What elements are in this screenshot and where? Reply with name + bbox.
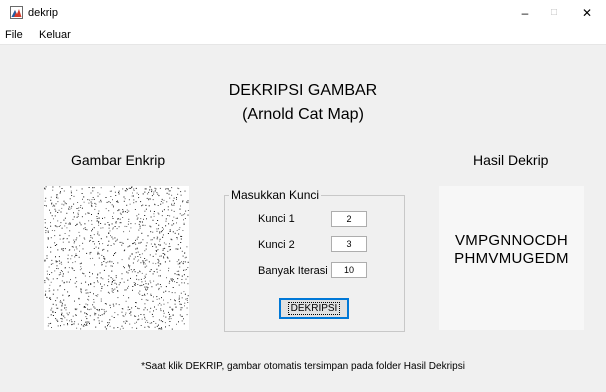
decrypt-button[interactable]: DEKRIPSI xyxy=(279,298,349,319)
close-button[interactable]: ✕ xyxy=(572,0,602,26)
decrypted-text-line-1: VMPGNNOCDH xyxy=(454,232,568,249)
menu-file[interactable]: File xyxy=(5,29,23,41)
key-panel-title: Masukkan Kunci xyxy=(229,188,322,202)
decrypted-image: VMPGNNOCDH PHMVMUGEDM xyxy=(439,186,584,330)
menu-bar: File Keluar xyxy=(0,26,606,45)
key1-label: Kunci 1 xyxy=(258,213,295,225)
iterations-label: Banyak Iterasi xyxy=(258,265,328,277)
key2-label: Kunci 2 xyxy=(258,239,295,251)
encrypted-noise-image xyxy=(44,186,189,330)
decrypted-result-label: Hasil Dekrip xyxy=(473,152,549,168)
iterations-input[interactable] xyxy=(331,262,367,278)
page-subtitle: (Arnold Cat Map) xyxy=(242,106,364,123)
decrypted-text-line-2: PHMVMUGEDM xyxy=(454,250,569,267)
decrypt-button-label: DEKRIPSI xyxy=(287,302,341,315)
matlab-app-icon xyxy=(10,6,23,19)
encrypted-image xyxy=(44,186,189,330)
menu-keluar[interactable]: Keluar xyxy=(39,29,71,41)
key-input-panel: Masukkan Kunci Kunci 1 Kunci 2 Banyak It… xyxy=(224,188,405,332)
save-note: *Saat klik DEKRIP, gambar otomatis tersi… xyxy=(141,361,465,372)
maximize-button[interactable]: □ xyxy=(539,0,569,26)
window-title: dekrip xyxy=(28,7,58,19)
key2-input[interactable] xyxy=(331,236,367,252)
figure-client-area: DEKRIPSI GAMBAR (Arnold Cat Map) Gambar … xyxy=(0,45,606,392)
key1-input[interactable] xyxy=(331,211,367,227)
page-title: DEKRIPSI GAMBAR xyxy=(228,82,378,99)
minimize-button[interactable]: – xyxy=(510,0,540,26)
decrypted-image-text: VMPGNNOCDH PHMVMUGEDM xyxy=(439,232,584,268)
encrypted-image-label: Gambar Enkrip xyxy=(71,152,166,168)
title-bar: dekrip – □ ✕ xyxy=(0,0,606,26)
